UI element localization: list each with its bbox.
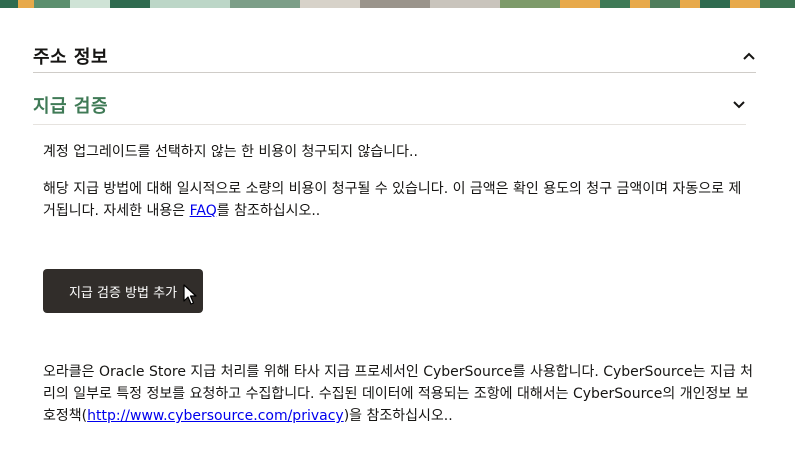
cybersource-notice: 오라클은 Oracle Store 지급 처리를 위해 타사 지급 프로세서인 … <box>43 361 755 427</box>
address-section-title: 주소 정보 <box>33 47 109 68</box>
temporary-charge-suffix: 를 참조하십시오.. <box>216 203 321 219</box>
temporary-charge-notice: 해당 지급 방법에 대해 일시적으로 소량의 비용이 청구될 수 있습니다. 이… <box>43 178 743 222</box>
chevron-down-icon[interactable] <box>732 98 746 112</box>
payment-section-title: 지급 검증 <box>33 96 109 117</box>
chevron-up-icon[interactable] <box>742 49 756 63</box>
address-section-header[interactable]: 주소 정보 <box>33 40 756 73</box>
no-charge-notice: 계정 업그레이드를 선택하지 않는 한 비용이 청구되지 않습니다.. <box>43 144 418 160</box>
header-banner <box>0 0 795 8</box>
mouse-pointer-icon <box>183 284 197 305</box>
payment-section-header[interactable]: 지급 검증 <box>33 86 746 125</box>
cybersource-privacy-link[interactable]: http://www.cybersource.com/privacy <box>87 408 344 424</box>
faq-link[interactable]: FAQ <box>190 203 217 219</box>
add-payment-verification-button[interactable]: 지급 검증 방법 추가 <box>43 269 203 313</box>
cybersource-suffix: )을 참조하십시오.. <box>343 408 453 424</box>
temporary-charge-text: 해당 지급 방법에 대해 일시적으로 소량의 비용이 청구될 수 있습니다. 이… <box>43 181 742 219</box>
